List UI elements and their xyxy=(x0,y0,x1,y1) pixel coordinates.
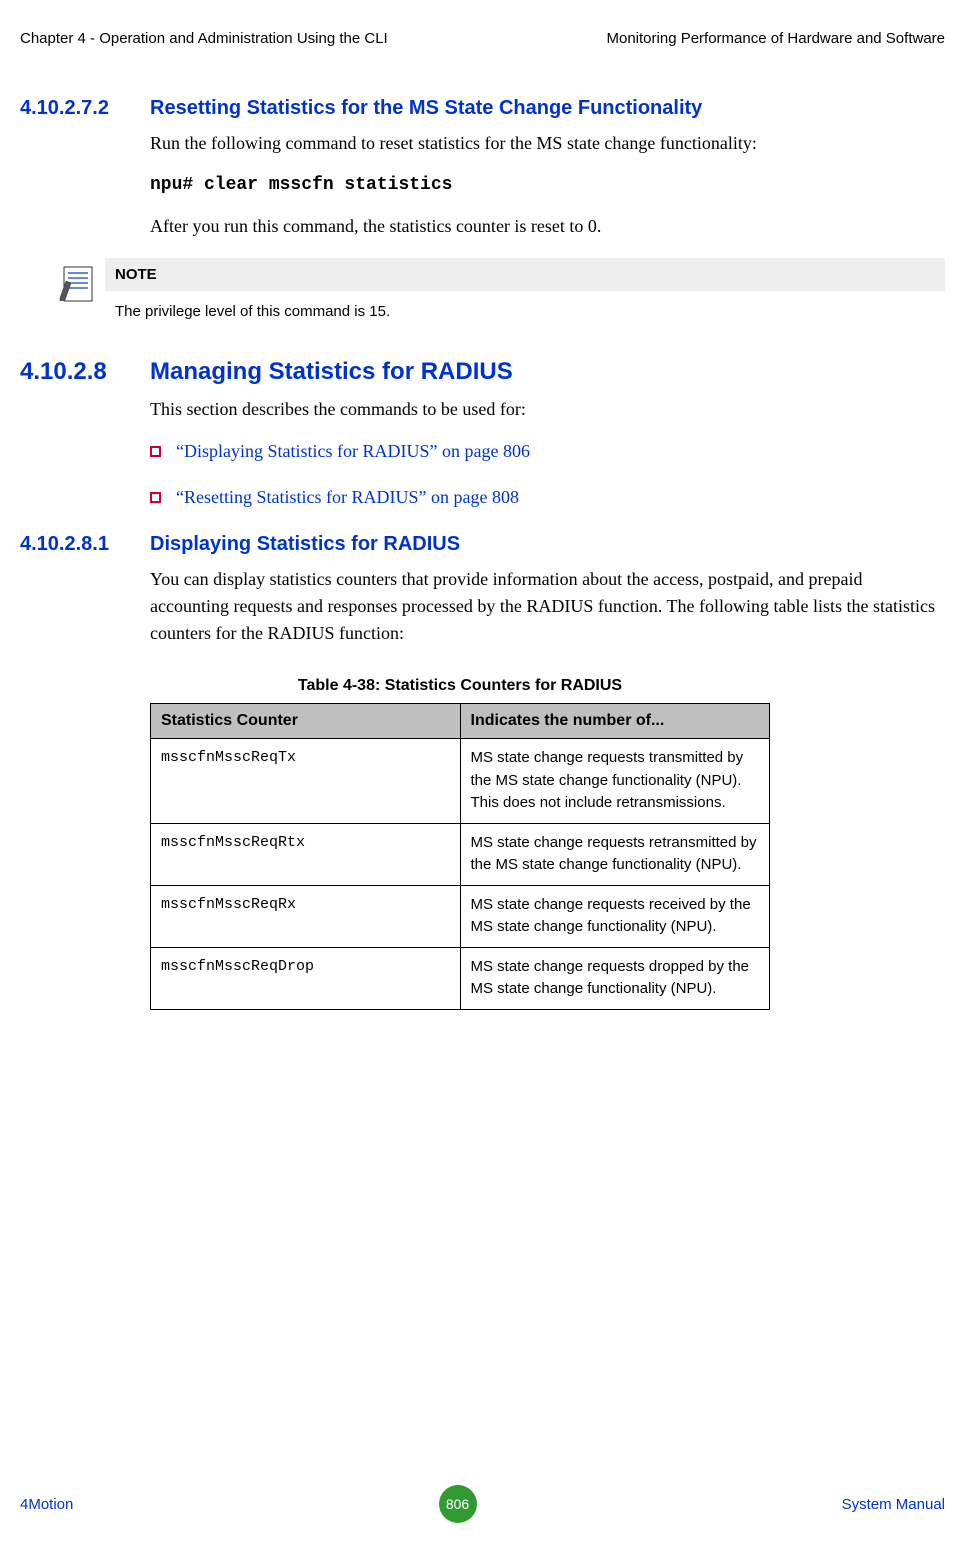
table-header-cell: Indicates the number of... xyxy=(460,704,770,739)
note-header: NOTE xyxy=(105,258,945,291)
page-footer: 4Motion 806 System Manual xyxy=(20,1485,945,1523)
bullet-list: “Displaying Statistics for RADIUS” on pa… xyxy=(150,441,945,508)
note-box: NOTE The privilege level of this command… xyxy=(50,258,945,328)
table-row: msscfnMsscReqRtx MS state change request… xyxy=(151,823,770,885)
footer-product-name: 4Motion xyxy=(20,1496,73,1513)
section-title: Managing Statistics for RADIUS xyxy=(150,358,513,386)
table-cell: MS state change requests dropped by the … xyxy=(460,947,770,1009)
body-paragraph: After you run this command, the statisti… xyxy=(150,213,945,240)
table-cell: msscfnMsscReqTx xyxy=(151,739,461,824)
header-left: Chapter 4 - Operation and Administration… xyxy=(20,30,388,47)
table-cell: MS state change requests received by the… xyxy=(460,885,770,947)
footer-doc-title: System Manual xyxy=(842,1496,945,1513)
table-cell: msscfnMsscReqRtx xyxy=(151,823,461,885)
section-heading-1: 4.10.2.7.2 Resetting Statistics for the … xyxy=(20,97,945,120)
section-number: 4.10.2.8.1 xyxy=(20,533,150,556)
section-number: 4.10.2.8 xyxy=(20,358,150,386)
bullet-icon xyxy=(150,492,161,503)
table-row: msscfnMsscReqTx MS state change requests… xyxy=(151,739,770,824)
statistics-table: Statistics Counter Indicates the number … xyxy=(150,703,770,1010)
table-cell: msscfnMsscReqDrop xyxy=(151,947,461,1009)
section-title: Resetting Statistics for the MS State Ch… xyxy=(150,97,702,120)
table-row: msscfnMsscReqDrop MS state change reques… xyxy=(151,947,770,1009)
body-paragraph: This section describes the commands to b… xyxy=(150,396,945,423)
body-paragraph: Run the following command to reset stati… xyxy=(150,130,945,157)
table-caption: Table 4-38: Statistics Counters for RADI… xyxy=(150,677,770,695)
table-cell: MS state change requests retransmitted b… xyxy=(460,823,770,885)
section-heading-3: 4.10.2.8.1 Displaying Statistics for RAD… xyxy=(20,533,945,556)
table-header-row: Statistics Counter Indicates the number … xyxy=(151,704,770,739)
section-title: Displaying Statistics for RADIUS xyxy=(150,533,460,556)
header-right: Monitoring Performance of Hardware and S… xyxy=(607,30,946,47)
list-item: “Displaying Statistics for RADIUS” on pa… xyxy=(150,441,945,462)
list-item: “Resetting Statistics for RADIUS” on pag… xyxy=(150,487,945,508)
table-cell: msscfnMsscReqRx xyxy=(151,885,461,947)
note-icon xyxy=(50,258,105,328)
section-heading-2: 4.10.2.8 Managing Statistics for RADIUS xyxy=(20,358,945,386)
page-number: 806 xyxy=(439,1485,477,1523)
page-content: 4.10.2.7.2 Resetting Statistics for the … xyxy=(20,97,945,1010)
body-paragraph: You can display statistics counters that… xyxy=(150,566,945,647)
note-content: NOTE The privilege level of this command… xyxy=(105,258,945,328)
code-command: npu# clear msscfn statistics xyxy=(150,175,945,195)
section-number: 4.10.2.7.2 xyxy=(20,97,150,120)
table-header-cell: Statistics Counter xyxy=(151,704,461,739)
table-cell: MS state change requests transmitted by … xyxy=(460,739,770,824)
bullet-icon xyxy=(150,446,161,457)
link-text[interactable]: “Displaying Statistics for RADIUS” on pa… xyxy=(176,441,530,462)
page-header: Chapter 4 - Operation and Administration… xyxy=(20,30,945,47)
link-text[interactable]: “Resetting Statistics for RADIUS” on pag… xyxy=(176,487,519,508)
note-text: The privilege level of this command is 1… xyxy=(105,291,945,328)
table-row: msscfnMsscReqRx MS state change requests… xyxy=(151,885,770,947)
